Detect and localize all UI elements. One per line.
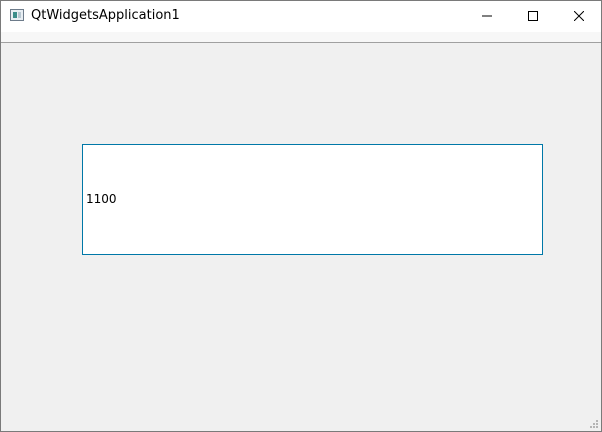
text-input-value: 1100 bbox=[86, 192, 117, 206]
app-icon[interactable] bbox=[10, 9, 24, 21]
close-button[interactable] bbox=[556, 1, 601, 32]
window-title: QtWidgetsApplication1 bbox=[31, 8, 180, 23]
minimize-icon bbox=[482, 15, 492, 17]
title-bar[interactable]: QtWidgetsApplication1 bbox=[1, 1, 601, 32]
app-window: QtWidgetsApplication1 1100 bbox=[0, 0, 602, 432]
maximize-button[interactable] bbox=[510, 1, 556, 32]
minimize-button[interactable] bbox=[464, 1, 510, 32]
menu-bar[interactable] bbox=[1, 32, 601, 67]
resize-grip[interactable] bbox=[590, 420, 598, 428]
text-input-field[interactable]: 1100 bbox=[82, 144, 543, 255]
close-icon bbox=[574, 11, 584, 21]
maximize-icon bbox=[528, 11, 538, 21]
